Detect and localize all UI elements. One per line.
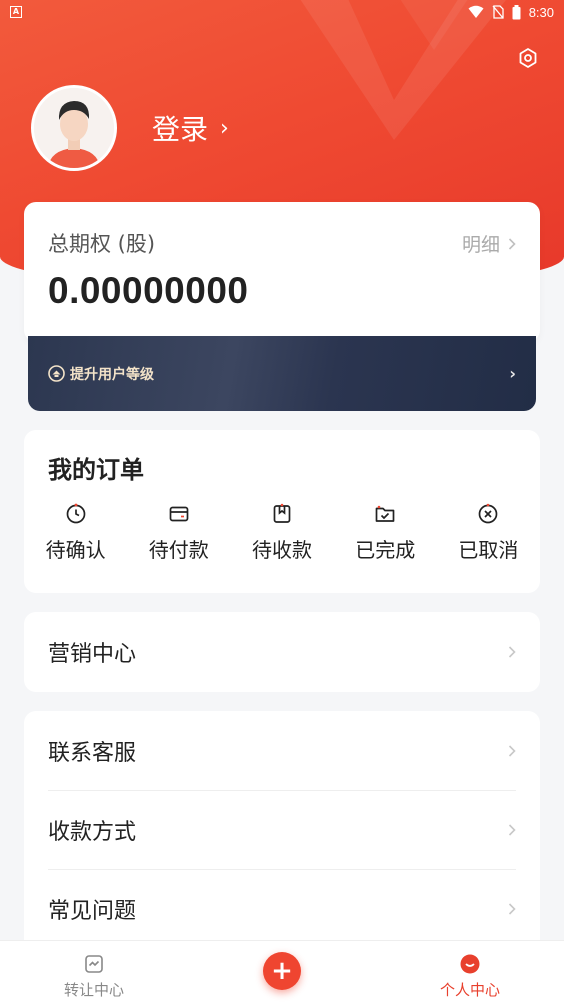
order-cancelled[interactable]: 已取消 <box>437 502 540 563</box>
upgrade-level-button[interactable]: 提升用户等级 › <box>28 336 536 411</box>
menu-item-label: 常见问题 <box>48 898 137 924</box>
level-up-icon <box>48 365 65 382</box>
chevron-right-icon: › <box>220 115 229 141</box>
user-avatar-icon <box>34 88 114 168</box>
nav-label: 转让中心 <box>63 981 124 999</box>
menu-item-faq[interactable]: 常见问题 <box>24 869 540 948</box>
status-time: 8:30 <box>528 4 554 20</box>
notification-icon: A <box>10 6 22 18</box>
order-label: 待收款 <box>252 538 312 562</box>
orders-title: 我的订单 <box>48 456 144 484</box>
bookmark-box-icon <box>273 503 291 523</box>
chevron-right-icon <box>508 902 516 915</box>
equity-detail-link[interactable]: 明细 <box>462 230 516 257</box>
support-card: 联系客服 收款方式 常见问题 <box>24 711 540 951</box>
order-label: 待付款 <box>148 538 209 562</box>
menu-item-marketing[interactable]: 营销中心 <box>24 612 540 691</box>
wallet-icon <box>169 506 189 522</box>
order-completed[interactable]: 已完成 <box>334 502 437 563</box>
orders-status-row: 待确认 待付款 待收款 已完成 已取消 <box>24 502 540 563</box>
status-bar: A 8:30 <box>0 0 564 24</box>
order-label: 待确认 <box>45 538 106 562</box>
orders-card: 我的订单 待确认 待付款 待收款 已完成 已取消 <box>24 430 540 593</box>
chevron-right-icon <box>508 744 516 757</box>
avatar[interactable] <box>31 85 117 171</box>
login-link[interactable]: 登录 › <box>152 108 229 148</box>
equity-card: 总期权 (股) 明细 0.00000000 <box>24 202 540 342</box>
equity-value: 0.00000000 <box>48 270 249 311</box>
battery-icon <box>512 4 521 19</box>
equity-detail-label: 明细 <box>461 234 500 256</box>
order-pending-receipt[interactable]: 待收款 <box>230 502 333 563</box>
chevron-right-icon <box>508 645 516 658</box>
marketing-card: 营销中心 <box>24 612 540 692</box>
add-button[interactable]: + <box>263 952 301 990</box>
login-label: 登录 <box>152 113 209 146</box>
menu-item-payment-method[interactable]: 收款方式 <box>24 790 540 869</box>
wifi-icon <box>468 5 484 18</box>
folder-check-icon <box>375 505 395 522</box>
nav-transfer-center[interactable]: 转让中心 <box>0 941 188 1002</box>
menu-item-label: 营销中心 <box>48 641 137 667</box>
nav-label: 个人中心 <box>439 981 500 999</box>
order-pending-confirm[interactable]: 待确认 <box>24 502 127 563</box>
circle-x-icon <box>479 503 498 524</box>
smile-icon <box>460 954 480 974</box>
transfer-chart-icon <box>85 955 103 973</box>
chevron-right-icon: › <box>509 364 516 383</box>
chevron-right-icon <box>508 237 516 250</box>
menu-item-contact-support[interactable]: 联系客服 <box>24 711 540 790</box>
order-pending-payment[interactable]: 待付款 <box>127 502 230 563</box>
order-label: 已取消 <box>458 538 519 562</box>
order-label: 已完成 <box>355 538 416 562</box>
chevron-right-icon <box>508 823 516 836</box>
nav-personal-center[interactable]: 个人中心 <box>376 941 564 1002</box>
upgrade-label: 提升用户等级 <box>70 366 154 383</box>
equity-title: 总期权 (股) <box>48 232 156 256</box>
clock-icon <box>66 503 85 524</box>
settings-icon[interactable] <box>516 46 540 70</box>
no-sim-icon <box>492 5 504 19</box>
menu-item-label: 收款方式 <box>48 819 137 845</box>
menu-item-label: 联系客服 <box>48 740 137 766</box>
